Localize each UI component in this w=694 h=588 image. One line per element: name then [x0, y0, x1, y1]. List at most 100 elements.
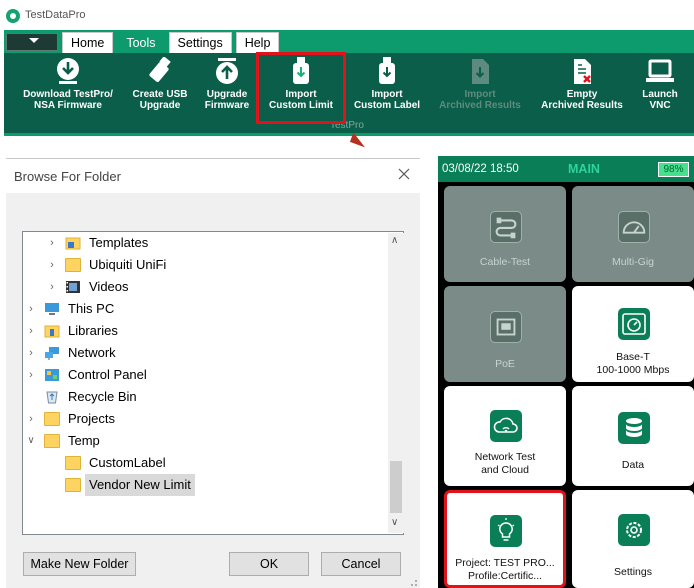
speedometer-icon: [618, 308, 650, 340]
tile-base-t[interactable]: Base-T 100-1000 Mbps: [572, 286, 694, 382]
folder-tree[interactable]: › Templates › Ubiquiti UniFi › Videos ›: [22, 231, 404, 535]
device-screen-title: MAIN: [568, 162, 600, 176]
tool-label-line2: Custom Label: [353, 100, 421, 111]
tool-label-line2: Archived Results: [541, 100, 623, 111]
file-menu-button[interactable]: [6, 33, 58, 51]
browse-for-folder-dialog: Browse For Folder › Templates › Ubiquiti…: [6, 158, 420, 588]
ethernet-port-icon: [490, 311, 522, 343]
launch-vnc-button[interactable]: Launch VNC: [636, 57, 684, 119]
tile-project-profile[interactable]: Project: TEST PRO... Profile:Certific...: [444, 490, 566, 588]
device-time: 03/08/22 18:50: [442, 163, 519, 175]
tree-item-recycle-bin[interactable]: Recycle Bin: [23, 386, 383, 408]
tree-item-label: Templates: [89, 235, 149, 250]
tree-scrollbar[interactable]: ∧ ∨: [388, 233, 404, 533]
ribbon-tabs: Home Tools Settings Help: [62, 32, 280, 53]
tree-item-templates[interactable]: › Templates: [23, 232, 383, 254]
gauge-icon: [618, 211, 650, 243]
tree-item-label: Videos: [89, 279, 129, 294]
upload-icon: [216, 58, 238, 84]
database-icon: [618, 412, 650, 444]
download-firmware-button[interactable]: Download TestPro/ NSA Firmware: [18, 57, 118, 119]
tree-item-control-panel[interactable]: › Control Panel: [23, 364, 383, 386]
chevron-right-icon[interactable]: ›: [26, 364, 36, 386]
app-title: TestDataPro: [25, 9, 86, 21]
tool-label-line2: Upgrade: [139, 100, 181, 111]
laptop-icon: [646, 59, 674, 82]
tree-item-label: Projects: [68, 411, 115, 426]
control-panel-icon: [45, 369, 59, 381]
network-icon: [45, 347, 59, 360]
title-bar: TestDataPro: [0, 0, 694, 32]
tree-item-this-pc[interactable]: › This PC: [23, 298, 383, 320]
tester-screen: 03/08/22 18:50 MAIN 98% Cable-Test Multi…: [438, 156, 694, 588]
tree-item-label: Ubiquiti UniFi: [89, 257, 167, 272]
make-new-folder-button[interactable]: Make New Folder: [23, 552, 136, 576]
archive-empty-icon: [574, 59, 591, 84]
empty-archived-results-button[interactable]: Empty Archived Results: [536, 57, 628, 119]
tab-settings[interactable]: Settings: [168, 32, 232, 53]
create-usb-upgrade-button[interactable]: Create USB Upgrade: [126, 57, 194, 119]
tile-label: Multi-Gig: [611, 256, 654, 268]
tab-tools[interactable]: Tools: [117, 32, 165, 53]
tile-settings[interactable]: Settings: [572, 490, 694, 588]
chevron-right-icon[interactable]: ›: [47, 232, 57, 254]
import-archived-results-button[interactable]: Import Archived Results: [434, 57, 526, 119]
dialog-title: Browse For Folder: [14, 169, 121, 184]
tab-home[interactable]: Home: [62, 32, 114, 53]
folder-icon: [65, 478, 81, 492]
tree-item-label: Libraries: [68, 323, 118, 338]
chevron-right-icon[interactable]: ›: [26, 408, 36, 430]
tile-sublabel: and Cloud: [481, 464, 529, 476]
tree-item-libraries[interactable]: › Libraries: [23, 320, 383, 342]
computer-icon: [45, 303, 59, 315]
tool-label-line1: Upgrade: [206, 89, 248, 100]
chevron-right-icon[interactable]: ›: [26, 320, 36, 342]
tree-item-label: Control Panel: [68, 367, 147, 382]
dialog-header: Browse For Folder: [6, 159, 420, 193]
ok-button[interactable]: OK: [229, 552, 309, 576]
chevron-right-icon[interactable]: ›: [47, 254, 57, 276]
tree-item-videos[interactable]: › Videos: [23, 276, 383, 298]
tree-item-ubiquiti-unifi[interactable]: › Ubiquiti UniFi: [23, 254, 383, 276]
tree-item-network[interactable]: › Network: [23, 342, 383, 364]
highlight-box: [256, 52, 346, 124]
app-logo-icon: [6, 9, 20, 23]
tree-item-projects[interactable]: › Projects: [23, 408, 383, 430]
import-custom-label-button[interactable]: Import Custom Label: [350, 57, 424, 119]
tree-item-vendor-new-limit[interactable]: Vendor New Limit: [23, 474, 383, 496]
tool-label-line1: Create USB: [132, 89, 188, 100]
usb-import-icon: [379, 57, 395, 84]
resize-grip-icon[interactable]: [408, 577, 418, 587]
tree-item-temp[interactable]: ∨ Temp: [23, 430, 383, 452]
folder-icon: [65, 258, 81, 272]
tile-label: Project: TEST PRO...: [455, 557, 555, 569]
cloud-wifi-icon: [490, 410, 522, 442]
cancel-button[interactable]: Cancel: [321, 552, 401, 576]
chevron-down-icon[interactable]: ∨: [26, 430, 36, 452]
tree-item-customlabel[interactable]: CustomLabel: [23, 452, 383, 474]
chevron-right-icon[interactable]: ›: [26, 298, 36, 320]
tile-data[interactable]: Data: [572, 386, 694, 486]
close-icon[interactable]: [396, 166, 412, 182]
tile-network-test-and-cloud[interactable]: Network Test and Cloud: [444, 386, 566, 486]
upgrade-firmware-button[interactable]: Upgrade Firmware: [198, 57, 256, 119]
scroll-down-icon[interactable]: ∨: [391, 517, 398, 528]
tab-help[interactable]: Help: [235, 32, 280, 53]
chevron-right-icon[interactable]: ›: [26, 342, 36, 364]
folder-icon: [65, 456, 81, 470]
folder-icon: [44, 412, 60, 426]
tile-cable-test[interactable]: Cable-Test: [444, 186, 566, 282]
tool-label-line2: Archived Results: [439, 100, 521, 111]
ribbon-tools-panel: Download TestPro/ NSA Firmware Create US…: [4, 53, 694, 133]
tile-label: Data: [621, 459, 645, 471]
tile-multi-gig[interactable]: Multi-Gig: [572, 186, 694, 282]
download-icon: [57, 58, 79, 84]
tool-label-line2: VNC: [649, 100, 671, 111]
tile-sublabel: 100-1000 Mbps: [596, 364, 670, 376]
chevron-right-icon[interactable]: ›: [47, 276, 57, 298]
scroll-up-icon[interactable]: ∧: [391, 235, 398, 246]
tile-poe[interactable]: PoE: [444, 286, 566, 382]
tile-label: Cable-Test: [479, 256, 531, 268]
scroll-thumb[interactable]: [390, 461, 402, 513]
tile-label: Settings: [614, 566, 652, 578]
